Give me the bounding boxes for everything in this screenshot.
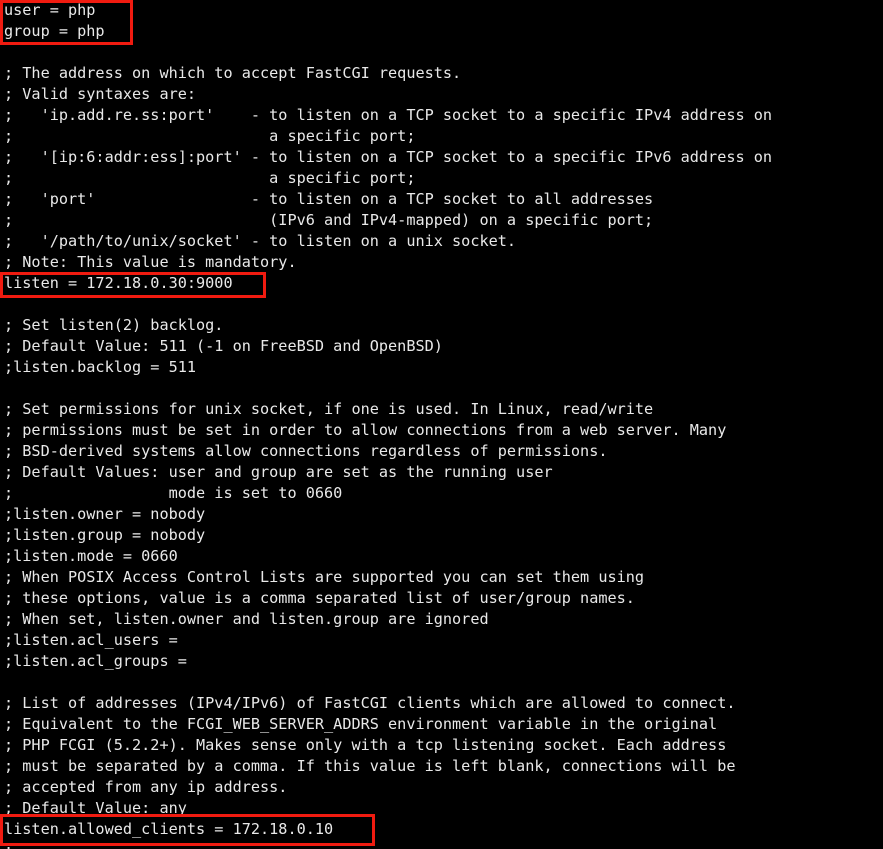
terminal-line: ; 'ip.add.re.ss:port' - to listen on a T… — [4, 106, 773, 124]
terminal-line: ; When POSIX Access Control Lists are su… — [4, 568, 645, 586]
terminal-line: group = php — [4, 22, 105, 40]
terminal-line: ;listen.mode = 0660 — [4, 547, 178, 565]
terminal-line: ;listen.acl_groups = — [4, 652, 187, 670]
terminal-line: ; BSD-derived systems allow connections … — [4, 442, 608, 460]
terminal-line: ; a specific port; — [4, 127, 416, 145]
terminal-line: ; a specific port; — [4, 169, 416, 187]
terminal-line: ;listen.backlog = 511 — [4, 358, 197, 376]
terminal-line: ; The address on which to accept FastCGI… — [4, 64, 462, 82]
terminal-line: listen = 172.18.0.30:9000 — [4, 274, 233, 292]
terminal-line: ; Set permissions for unix socket, if on… — [4, 400, 654, 418]
terminal-line: ; mode is set to 0660 — [4, 484, 343, 502]
terminal-line: ; When set, listen.owner and listen.grou… — [4, 610, 489, 628]
terminal-line: ; Default Values: user and group are set… — [4, 463, 553, 481]
terminal-line: ; Default Value: 511 (-1 on FreeBSD and … — [4, 337, 443, 355]
terminal-line: ; accepted from any ip address. — [4, 778, 288, 796]
terminal-line: user = php — [4, 1, 96, 19]
terminal-line: ; (IPv6 and IPv4-mapped) on a specific p… — [4, 211, 654, 229]
terminal-line: ;listen.group = nobody — [4, 526, 206, 544]
terminal-line: ;listen.acl_users = — [4, 631, 178, 649]
terminal-line: ; these options, value is a comma separa… — [4, 589, 635, 607]
terminal-window[interactable]: user = php group = php ; The address on w… — [0, 0, 883, 849]
terminal-line: ; '/path/to/unix/socket' - to listen on … — [4, 232, 517, 250]
terminal-line: ; permissions must be set in order to al… — [4, 421, 727, 439]
terminal-line: ; 'port' - to listen on a TCP socket to … — [4, 190, 654, 208]
terminal-text-area[interactable]: user = php group = php ; The address on w… — [4, 0, 883, 849]
terminal-line: ; PHP FCGI (5.2.2+). Makes sense only wi… — [4, 736, 727, 754]
terminal-line: ;listen.owner = nobody — [4, 505, 206, 523]
terminal-line: ; Equivalent to the FCGI_WEB_SERVER_ADDR… — [4, 715, 718, 733]
terminal-line: ; must be separated by a comma. If this … — [4, 757, 736, 775]
terminal-line: ; List of addresses (IPv4/IPv6) of FastC… — [4, 694, 736, 712]
terminal-line: ; Default Value: any — [4, 799, 187, 817]
terminal-line: ; Valid syntaxes are: — [4, 85, 197, 103]
terminal-line: listen.allowed_clients = 172.18.0.10 — [4, 820, 334, 838]
terminal-line: ; Note: This value is mandatory. — [4, 253, 297, 271]
terminal-line: ; Set listen(2) backlog. — [4, 316, 224, 334]
terminal-line: ; '[ip:6:addr:ess]:port' - to listen on … — [4, 148, 773, 166]
terminal-line: ; — [4, 840, 883, 849]
